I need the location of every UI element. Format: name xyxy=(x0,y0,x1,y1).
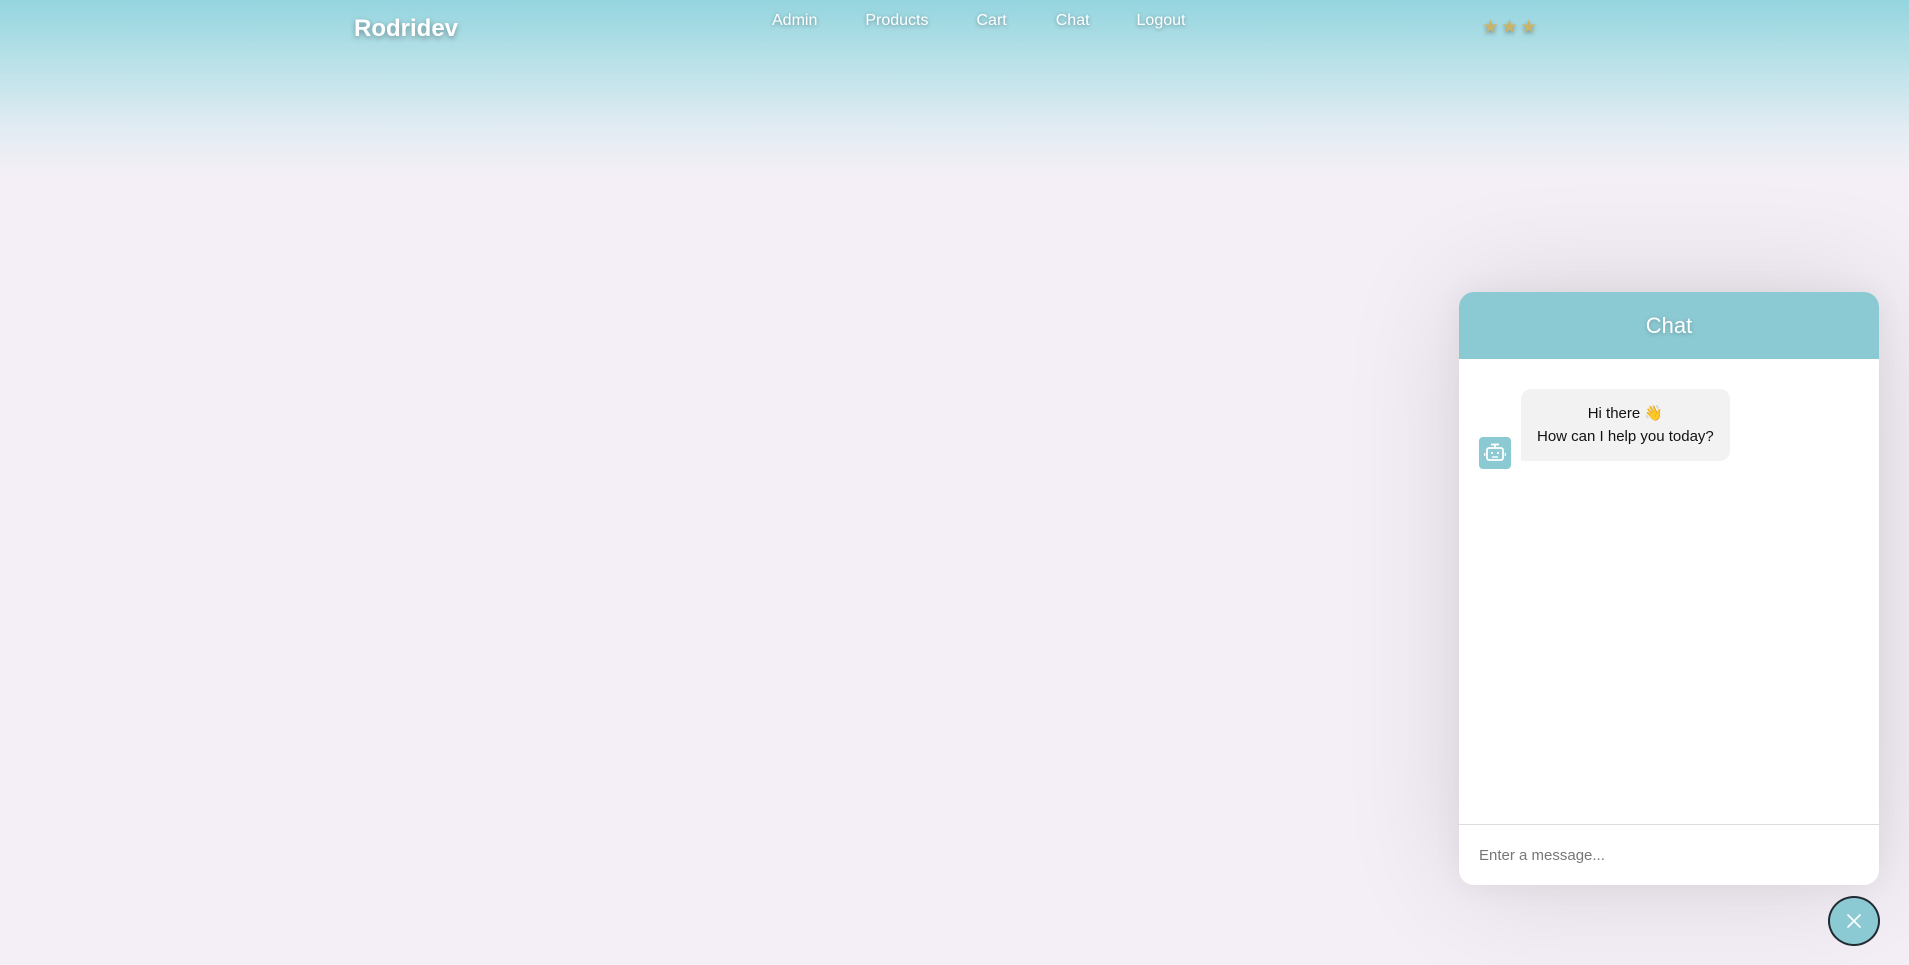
nav-link-logout[interactable]: Logout xyxy=(1137,12,1186,30)
main-nav: Admin Products Cart Chat Logout xyxy=(772,12,1185,30)
nav-link-products[interactable]: Products xyxy=(865,12,928,30)
brand-logo[interactable]: Rodridev xyxy=(354,15,458,43)
close-icon xyxy=(1847,914,1861,928)
star-icon: ★ xyxy=(1520,17,1538,38)
chat-toggle-button[interactable] xyxy=(1828,896,1880,946)
chat-messages: Hi there 👋 How can I help you today? xyxy=(1459,359,1879,824)
chat-title: Chat xyxy=(1645,312,1693,338)
nav-link-admin[interactable]: Admin xyxy=(772,12,817,30)
nav-link-cart[interactable]: Cart xyxy=(977,12,1007,30)
nav-link-chat[interactable]: Chat xyxy=(1056,12,1090,30)
message-line: Hi there 👋 xyxy=(1587,405,1664,422)
star-icon: ★ xyxy=(1482,17,1500,38)
robot-icon xyxy=(1479,437,1511,469)
message-line: How can I help you today? xyxy=(1537,428,1714,445)
bot-message: Hi there 👋 How can I help you today? xyxy=(1521,389,1730,461)
chat-panel: Chat Hi there 👋 How can I help you today… xyxy=(1459,292,1879,885)
star-icon: ★ xyxy=(1501,17,1519,38)
chat-input-area xyxy=(1459,824,1879,885)
chat-header: Chat xyxy=(1459,292,1879,359)
message-input[interactable] xyxy=(1479,846,1849,864)
star-rating: ★ ★ ★ xyxy=(1482,18,1537,38)
